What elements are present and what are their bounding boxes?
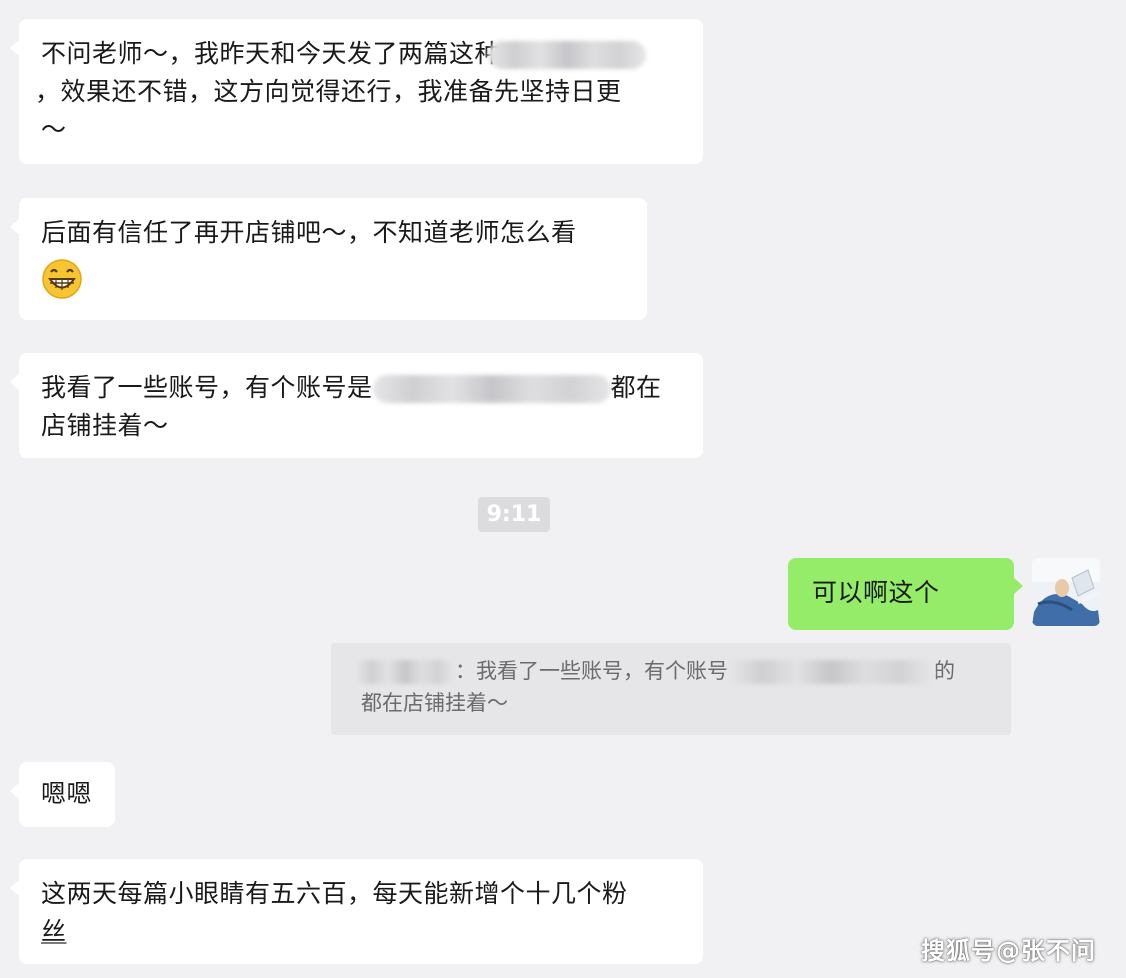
redacted-blur xyxy=(355,660,455,684)
message-3-text-a: 我看了一些账号，有个账号是 xyxy=(41,373,373,402)
grinning-face-icon xyxy=(42,259,82,299)
redacted-blur xyxy=(372,375,611,403)
message-4-text: 可以啊这个 xyxy=(812,578,940,607)
quote-text-b: 的 xyxy=(934,659,955,683)
message-1-line-1: 不问老师～，我昨天和今天发了两篇这种 xyxy=(41,35,683,73)
message-bubble-5[interactable]: 嗯嗯 xyxy=(10,762,115,827)
message-1-text-b: ，效果还不错，这方向觉得还行，我准备先坚持日更 xyxy=(35,77,622,106)
message-bubble-2[interactable]: 后面有信任了再开店铺吧～，不知道老师怎么看 xyxy=(10,198,647,320)
message-6-text-b: 丝 xyxy=(41,917,67,946)
timestamp: 9:11 xyxy=(478,497,550,532)
message-bubble-3[interactable]: 我看了一些账号，有个账号是 都在 店铺挂着～ xyxy=(10,353,703,458)
quoted-message[interactable]: ：我看了一些账号，有个账号 的 都在店铺挂着～ xyxy=(331,643,1011,735)
redacted-blur xyxy=(488,41,647,69)
message-3-text-b: 都在 xyxy=(610,373,662,402)
message-bubble-4-sent[interactable]: 可以啊这个 xyxy=(788,558,1023,630)
message-bubble-1[interactable]: 不问老师～，我昨天和今天发了两篇这种 ，效果还不错，这方向觉得还行，我准备先坚持… xyxy=(10,19,703,164)
avatar-image xyxy=(1032,558,1100,626)
message-1-text-c: ～ xyxy=(41,115,67,144)
quote-text-c: 都在店铺挂着～ xyxy=(361,691,508,715)
message-6-text-a: 这两天每篇小眼睛有五六百，每天能新增个十几个粉 xyxy=(41,879,628,908)
redacted-blur xyxy=(728,660,934,684)
quote-line-1: ：我看了一些账号，有个账号 的 xyxy=(355,655,985,687)
message-3-text-c: 店铺挂着～ xyxy=(41,411,169,440)
watermark: 搜狐号@张不问 xyxy=(921,937,1096,965)
message-2-text: 后面有信任了再开店铺吧～，不知道老师怎么看 xyxy=(41,218,577,247)
quote-text-a: ：我看了一些账号，有个账号 xyxy=(455,659,728,683)
message-3-line-1: 我看了一些账号，有个账号是 都在 xyxy=(41,369,683,407)
message-1-text-a: 不问老师～，我昨天和今天发了两篇这种 xyxy=(41,39,501,68)
message-5-text: 嗯嗯 xyxy=(41,779,93,808)
message-bubble-6[interactable]: 这两天每篇小眼睛有五六百，每天能新增个十几个粉 丝 xyxy=(10,859,703,964)
user-avatar[interactable] xyxy=(1032,558,1100,626)
